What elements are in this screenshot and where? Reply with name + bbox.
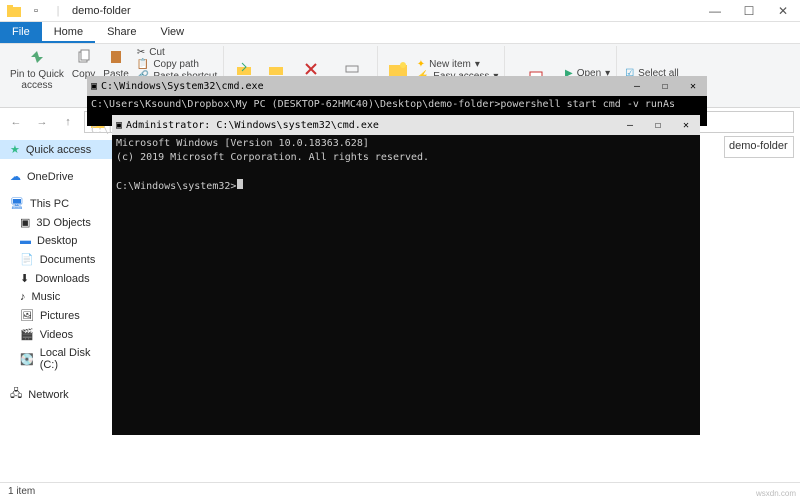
cmd-window-admin[interactable]: ▣ Administrator: C:\Windows\system32\cmd… [112, 115, 700, 435]
sidebar-3dobjects[interactable]: ▣3D Objects [0, 213, 120, 232]
cmd2-prompt-line: C:\Windows\system32> [116, 179, 696, 194]
status-item-count: 1 item [8, 486, 35, 497]
chevron-down-icon: ▾ [475, 59, 480, 70]
close-button[interactable]: ✕ [766, 0, 800, 22]
cmd1-title: C:\Windows\System32\cmd.exe [101, 81, 264, 92]
tab-share[interactable]: Share [95, 22, 148, 43]
cmd-icon: ▣ [91, 81, 97, 92]
sidebar-downloads[interactable]: ⬇Downloads [0, 269, 120, 288]
sidebar-desktop[interactable]: ▬Desktop [0, 232, 120, 250]
sidebar-pictures[interactable]: 🖼Pictures [0, 306, 120, 325]
sidebar-this-pc[interactable]: 🖥This PC [0, 194, 120, 213]
paste-icon [106, 47, 126, 67]
cube-icon: ▣ [20, 216, 30, 229]
sidebar-onedrive[interactable]: ☁OneDrive [0, 167, 120, 186]
save-icon[interactable]: ▫ [28, 3, 44, 19]
window-title: demo-folder [66, 5, 698, 17]
tab-file[interactable]: File [0, 22, 42, 43]
cmd1-titlebar[interactable]: ▣ C:\Windows\System32\cmd.exe — ☐ ✕ [87, 76, 707, 96]
cmd2-line2: (c) 2019 Microsoft Corporation. All righ… [116, 151, 696, 165]
copy-path-button[interactable]: 📋Copy path [137, 59, 217, 70]
sidebar-network[interactable]: 🖧Network [0, 382, 120, 407]
maximize-button[interactable]: ☐ [732, 0, 766, 22]
cmd2-title: Administrator: C:\Windows\system32\cmd.e… [126, 120, 379, 131]
cmd1-close[interactable]: ✕ [679, 81, 707, 92]
tab-view[interactable]: View [148, 22, 196, 43]
minimize-button[interactable]: — [698, 0, 732, 22]
cmd2-close[interactable]: ✕ [672, 120, 700, 131]
status-bar: 1 item [0, 482, 800, 500]
cloud-icon: ☁ [10, 170, 21, 183]
videos-icon: 🎬 [20, 328, 34, 341]
cmd2-maximize[interactable]: ☐ [644, 120, 672, 131]
watermark: wsxdn.com [756, 489, 796, 498]
sidebar-videos[interactable]: 🎬Videos [0, 325, 120, 344]
cmd1-minimize[interactable]: — [623, 81, 651, 92]
tab-home[interactable]: Home [42, 22, 95, 43]
disk-icon: 💽 [20, 353, 34, 366]
cmd2-titlebar[interactable]: ▣ Administrator: C:\Windows\system32\cmd… [112, 115, 700, 135]
network-icon: 🖧 [10, 385, 22, 404]
cmd2-body[interactable]: Microsoft Windows [Version 10.0.18363.62… [112, 135, 700, 435]
cmd1-line1: C:\Users\Ksound\Dropbox\My PC (DESKTOP-6… [91, 98, 703, 111]
folder-icon [6, 3, 22, 19]
cut-button[interactable]: ✂Cut [137, 47, 217, 58]
cmd2-minimize[interactable]: — [616, 120, 644, 131]
star-icon: ★ [10, 143, 20, 156]
ribbon-tabs: File Home Share View [0, 22, 800, 44]
navigation-pane: ★Quick access ☁OneDrive 🖥This PC ▣3D Obj… [0, 136, 120, 482]
newitem-icon: ✦ [417, 59, 425, 70]
desktop-icon: ▬ [20, 235, 31, 247]
copy-icon [74, 47, 94, 67]
cmd-admin-icon: ▣ [116, 120, 122, 131]
search-box-fragment[interactable]: demo-folder [724, 136, 794, 158]
cmd1-maximize[interactable]: ☐ [651, 81, 679, 92]
document-icon: 📄 [20, 253, 34, 266]
pictures-icon: 🖼 [20, 309, 34, 322]
sidebar-quick-access[interactable]: ★Quick access [0, 140, 120, 159]
download-icon: ⬇ [20, 272, 29, 285]
qat-divider: | [50, 3, 66, 19]
music-icon: ♪ [20, 291, 26, 303]
cmd2-line1: Microsoft Windows [Version 10.0.18363.62… [116, 137, 696, 151]
forward-button[interactable]: → [32, 112, 52, 132]
cut-icon: ✂ [137, 47, 145, 58]
cursor [237, 179, 243, 189]
sidebar-localdisk[interactable]: 💽Local Disk (C:) [0, 344, 120, 374]
sidebar-documents[interactable]: 📄Documents [0, 250, 120, 269]
copypath-icon: 📋 [137, 59, 149, 70]
up-button[interactable]: ↑ [58, 112, 78, 132]
explorer-titlebar: ▫ | demo-folder — ☐ ✕ [0, 0, 800, 22]
back-button[interactable]: ← [6, 112, 26, 132]
pin-to-quick-access-button[interactable]: Pin to Quick access [10, 47, 64, 91]
sidebar-music[interactable]: ♪Music [0, 288, 120, 306]
new-item-button[interactable]: ✦New item▾ [417, 59, 499, 70]
pin-icon [27, 47, 47, 67]
pc-icon: 🖥 [10, 197, 24, 210]
